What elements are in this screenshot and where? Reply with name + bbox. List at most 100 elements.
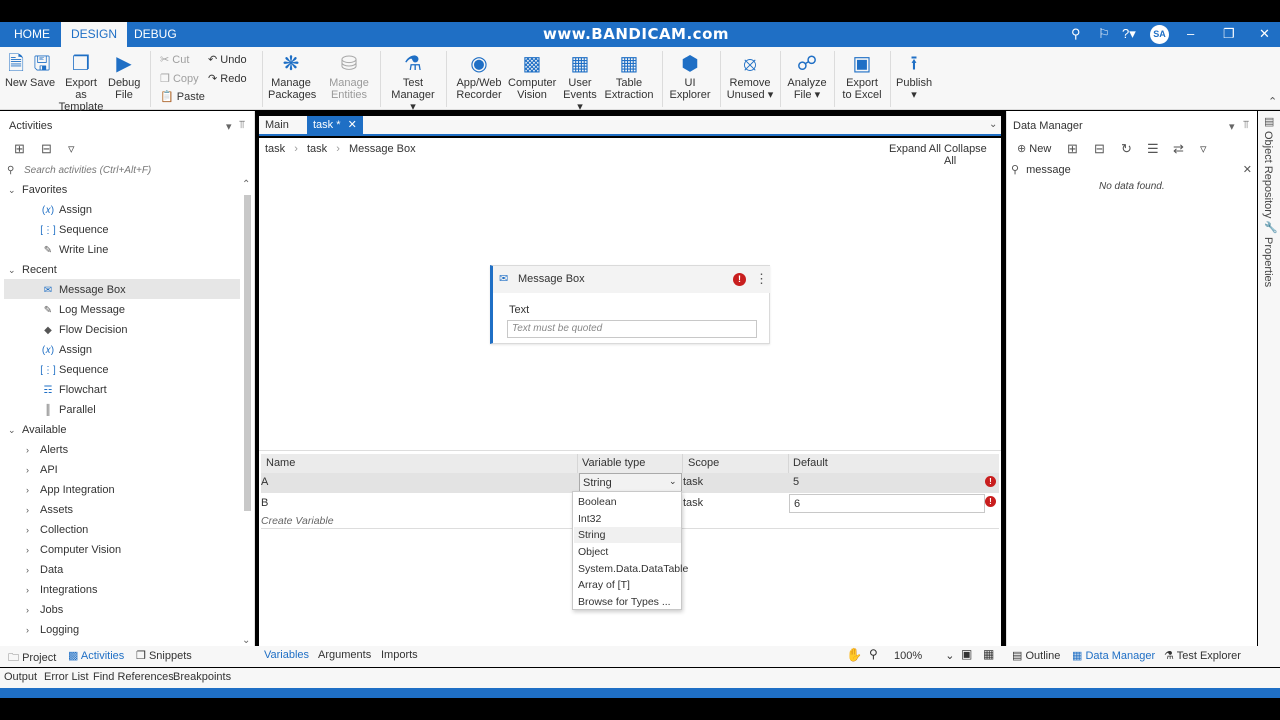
- category-collection[interactable]: › Collection: [26, 524, 88, 536]
- tab-variables[interactable]: Variables: [264, 649, 309, 661]
- expand-all-icon[interactable]: ⊞: [14, 141, 25, 157]
- debug-file-button[interactable]: ▶ Debug File: [108, 51, 140, 101]
- copy-button[interactable]: ❐ Copy: [160, 72, 199, 85]
- column-scope[interactable]: Scope: [688, 457, 719, 469]
- new-data-button[interactable]: ⊕ New: [1017, 142, 1051, 155]
- filter-icon[interactable]: ▿: [68, 141, 75, 157]
- publish-button[interactable]: ⭱ Publish ▾: [896, 51, 932, 101]
- variable-type-dropdown[interactable]: Boolean Int32 String Object System.Data.…: [572, 491, 688, 610]
- collapse-all-icon[interactable]: ⊟: [41, 141, 52, 157]
- zoom-select[interactable]: 100% ⌄: [894, 649, 954, 662]
- tab-data-manager[interactable]: ▦ Data Manager: [1072, 649, 1155, 662]
- text-input[interactable]: Text must be quoted: [507, 320, 757, 338]
- option-object[interactable]: Object: [574, 544, 681, 560]
- tab-breakpoints[interactable]: Breakpoints: [173, 671, 231, 683]
- tree-group-favorites[interactable]: ⌄ Favorites: [8, 184, 67, 196]
- option-datatable[interactable]: System.Data.DataTable: [574, 561, 688, 577]
- tab-main[interactable]: Main: [259, 116, 295, 134]
- avatar[interactable]: SA: [1150, 25, 1169, 44]
- restore-icon[interactable]: ❐: [1223, 26, 1235, 42]
- activity-sequence-recent[interactable]: [⋮] Sequence: [40, 364, 108, 376]
- side-tab-properties[interactable]: Properties: [1262, 237, 1274, 287]
- hand-icon[interactable]: ✋: [846, 647, 862, 663]
- option-array[interactable]: Array of [T]: [574, 577, 681, 593]
- variable-default[interactable]: 5: [793, 476, 799, 488]
- category-jobs[interactable]: › Jobs: [26, 604, 63, 616]
- table-row[interactable]: A String ⌄ task 5 !: [261, 473, 999, 493]
- fit-screen-icon[interactable]: ▣: [961, 647, 972, 661]
- analyze-file-button[interactable]: ☍ Analyze File ▾: [786, 51, 828, 101]
- collapse-all-icon[interactable]: ⊟: [1094, 141, 1105, 157]
- minimize-icon[interactable]: –: [1187, 26, 1194, 41]
- tab-find-references[interactable]: Find References: [93, 671, 174, 683]
- filter-icon[interactable]: ▿: [1200, 141, 1207, 157]
- tab-debug[interactable]: DEBUG: [124, 22, 187, 47]
- tab-imports[interactable]: Imports: [381, 649, 418, 661]
- activity-flow-decision[interactable]: ◆ Flow Decision: [40, 324, 127, 336]
- activity-log-message[interactable]: ✎ Log Message: [40, 304, 125, 316]
- pin-icon[interactable]: ⫪: [239, 119, 245, 132]
- activity-sequence[interactable]: [⋮] Sequence: [40, 224, 108, 236]
- variable-scope[interactable]: task: [683, 476, 703, 488]
- breadcrumb-item[interactable]: task: [265, 143, 285, 155]
- scroll-thumb[interactable]: [244, 195, 251, 511]
- tabs-menu-icon[interactable]: ⌄: [989, 119, 997, 130]
- tab-output[interactable]: Output: [4, 671, 37, 683]
- undo-button[interactable]: ↶ Undo: [208, 53, 247, 66]
- category-api[interactable]: › API: [26, 464, 58, 476]
- category-app-integration[interactable]: › App Integration: [26, 484, 115, 496]
- activity-assign-recent[interactable]: (𝑥) Assign: [40, 344, 92, 356]
- manage-packages-button[interactable]: ❋ Manage Packages: [268, 51, 316, 101]
- panel-menu-icon[interactable]: ▾: [1229, 120, 1235, 133]
- search-icon[interactable]: ⚲: [1071, 26, 1081, 42]
- user-events-button[interactable]: ▦ User Events ▾: [561, 51, 599, 113]
- tab-project[interactable]: 🗀 Project: [8, 649, 56, 668]
- error-icon[interactable]: !: [985, 496, 996, 507]
- tab-activities[interactable]: ▩ Activities: [68, 649, 124, 662]
- search-activities-input[interactable]: ⚲ Search activities (Ctrl+Alt+F): [4, 163, 250, 179]
- close-icon[interactable]: ✕: [1259, 26, 1270, 42]
- more-options-icon[interactable]: ⋮: [755, 271, 768, 287]
- tab-arguments[interactable]: Arguments: [318, 649, 371, 661]
- tab-test-explorer[interactable]: ⚗ Test Explorer: [1164, 649, 1241, 662]
- error-icon[interactable]: !: [985, 476, 996, 487]
- new-button[interactable]: 🗎 New: [4, 51, 28, 89]
- paste-button[interactable]: 📋 Paste: [160, 90, 205, 103]
- redo-button[interactable]: ↷ Redo: [208, 72, 247, 85]
- cut-button[interactable]: ✂ Cut: [160, 53, 189, 66]
- scroll-up-icon[interactable]: ⌃: [242, 179, 250, 190]
- remove-unused-button[interactable]: ⦻ Remove Unused ▾: [726, 51, 774, 101]
- activities-scrollbar[interactable]: ⌃ ⌄: [242, 179, 252, 646]
- list-view-icon[interactable]: ☰: [1147, 141, 1159, 157]
- panel-menu-icon[interactable]: ▾: [226, 120, 232, 133]
- variable-default-input[interactable]: 6: [789, 494, 985, 513]
- scroll-down-icon[interactable]: ⌄: [242, 635, 250, 646]
- category-assets[interactable]: › Assets: [26, 504, 73, 516]
- test-manager-button[interactable]: ⚗ Test Manager ▾: [388, 51, 438, 113]
- option-int32[interactable]: Int32: [574, 511, 681, 527]
- tab-snippets[interactable]: ❐ Snippets: [136, 649, 192, 662]
- pin-icon[interactable]: ⫪: [1243, 119, 1249, 132]
- computer-vision-button[interactable]: ▩ Computer Vision: [508, 51, 556, 101]
- activity-parallel[interactable]: ║ Parallel: [40, 404, 95, 416]
- expand-all-link[interactable]: Expand All: [889, 143, 941, 155]
- table-extraction-button[interactable]: ▦ Table Extraction: [604, 51, 654, 101]
- tab-error-list[interactable]: Error List: [44, 671, 89, 683]
- activity-message-box[interactable]: ✉ Message Box: [40, 284, 126, 296]
- overview-icon[interactable]: ▦: [983, 647, 994, 661]
- column-variable-type[interactable]: Variable type: [582, 457, 645, 469]
- zoom-icon[interactable]: ⚲: [869, 647, 878, 661]
- tab-task[interactable]: task * ✕: [307, 116, 363, 134]
- option-boolean[interactable]: Boolean: [574, 494, 681, 510]
- app-web-recorder-button[interactable]: ◉ App/Web Recorder: [455, 51, 503, 101]
- breadcrumb-item[interactable]: task: [307, 143, 327, 155]
- help-icon[interactable]: ?▾: [1122, 26, 1136, 42]
- data-manager-search[interactable]: ⚲ message ✕: [1011, 163, 1254, 179]
- save-button[interactable]: 🖫 Save: [30, 51, 55, 89]
- tab-home[interactable]: HOME: [4, 22, 60, 47]
- column-default[interactable]: Default: [793, 457, 828, 469]
- activity-flowchart[interactable]: ☶ Flowchart: [40, 384, 107, 396]
- category-data[interactable]: › Data: [26, 564, 63, 576]
- message-box-activity[interactable]: ✉ Message Box ! ⋮ Text Text must be quot…: [490, 265, 770, 344]
- variable-name[interactable]: B: [261, 497, 268, 509]
